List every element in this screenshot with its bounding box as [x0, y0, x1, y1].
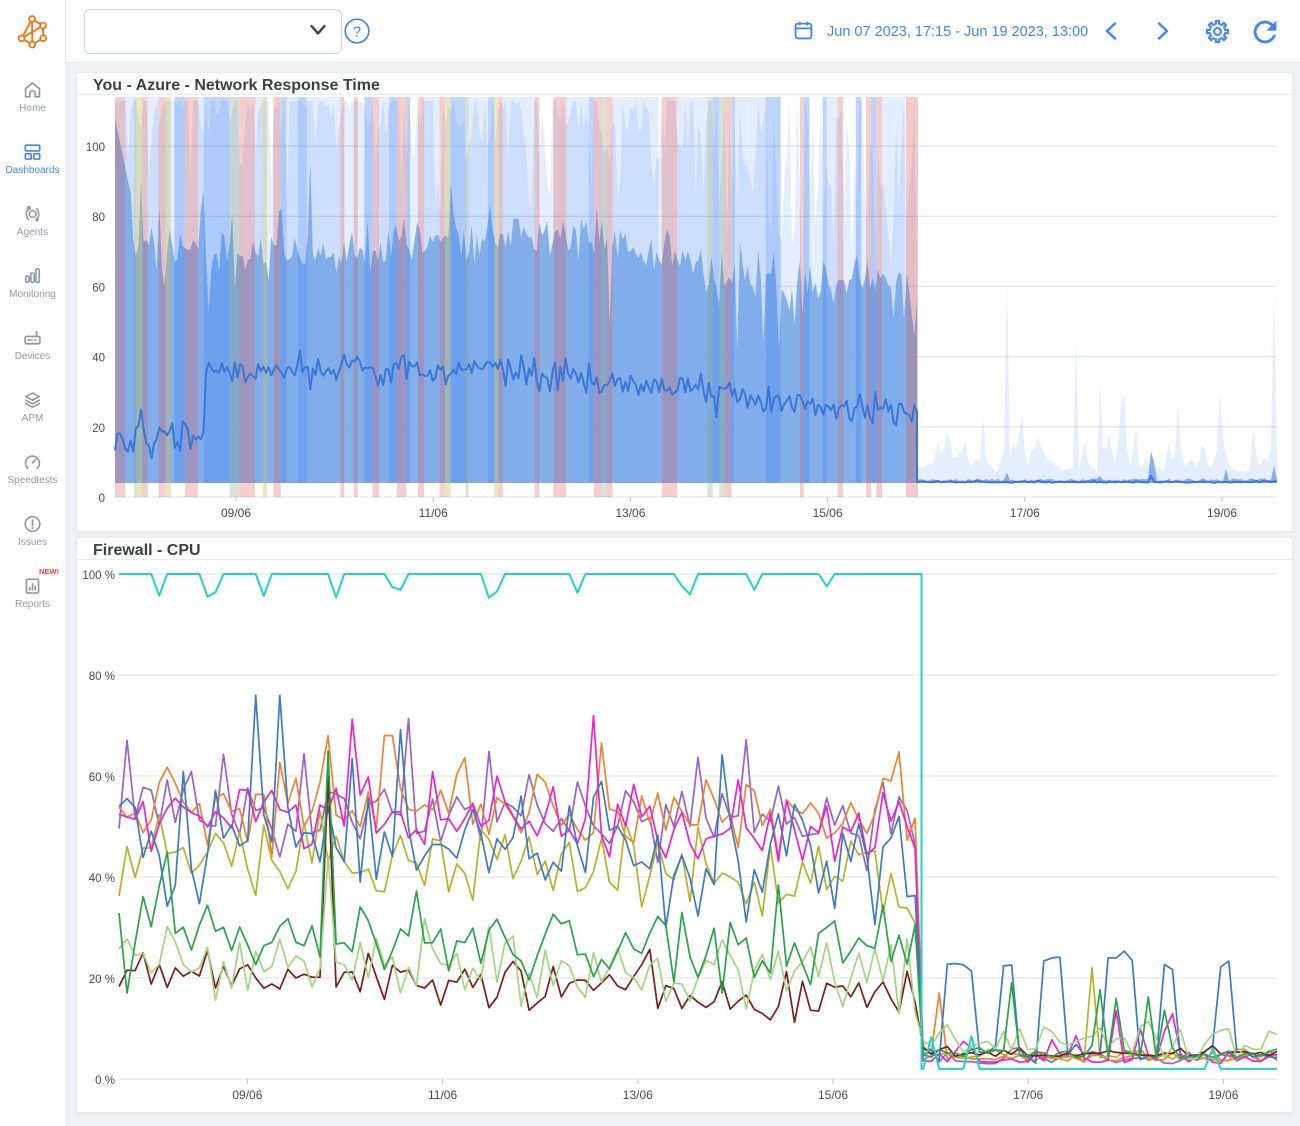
svg-text:17/06: 17/06 — [1013, 1088, 1043, 1102]
svg-text:80: 80 — [92, 212, 105, 224]
svg-text:19/06: 19/06 — [1208, 1088, 1238, 1102]
svg-text:11/06: 11/06 — [428, 1088, 457, 1102]
svg-text:100: 100 — [86, 142, 105, 154]
svg-text:13/06: 13/06 — [615, 506, 645, 520]
svg-text:100 %: 100 % — [82, 570, 115, 582]
svg-text:09/06: 09/06 — [221, 506, 251, 520]
svg-text:15/06: 15/06 — [818, 1088, 848, 1102]
svg-text:13/06: 13/06 — [623, 1088, 653, 1102]
svg-text:0: 0 — [99, 493, 105, 505]
svg-text:40 %: 40 % — [89, 873, 115, 885]
svg-text:09/06: 09/06 — [232, 1088, 262, 1102]
svg-text:40: 40 — [92, 353, 105, 365]
svg-text:17/06: 17/06 — [1010, 506, 1040, 520]
svg-text:19/06: 19/06 — [1207, 506, 1237, 520]
svg-text:20 %: 20 % — [89, 974, 115, 986]
svg-text:80 %: 80 % — [89, 671, 115, 683]
svg-text:20: 20 — [92, 423, 105, 435]
svg-text:60: 60 — [92, 282, 105, 294]
svg-text:60 %: 60 % — [89, 772, 115, 784]
svg-text:11/06: 11/06 — [419, 506, 448, 520]
svg-text:?: ? — [353, 25, 361, 41]
svg-text:0 %: 0 % — [95, 1075, 115, 1087]
svg-text:15/06: 15/06 — [813, 506, 843, 520]
